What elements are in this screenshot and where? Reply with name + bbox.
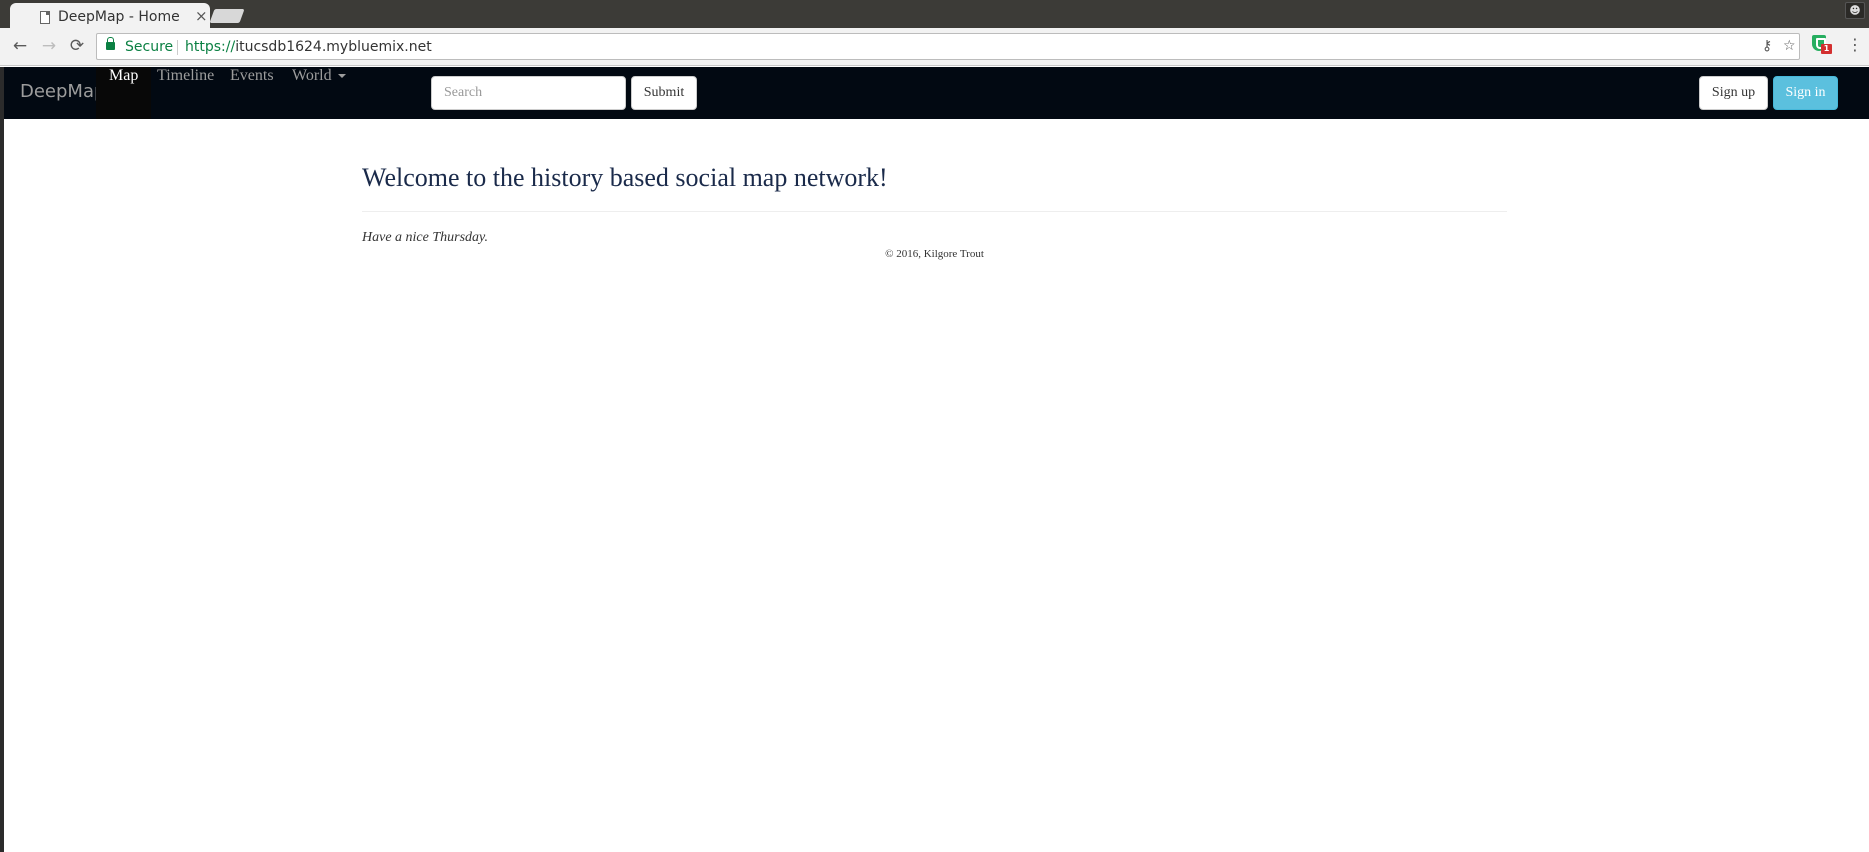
address-bar[interactable]: Secure https://itucsdb1624.mybluemix.net… (96, 33, 1800, 60)
caret-down-icon (337, 74, 346, 79)
lock-icon (106, 37, 115, 50)
tab-title: DeepMap - Home (58, 9, 180, 25)
url-text: https://itucsdb1624.mybluemix.net (185, 39, 432, 55)
brand-logo[interactable]: DeepMap (20, 81, 105, 102)
main-container: Welcome to the history based social map … (362, 119, 1507, 260)
nav-link-timeline[interactable]: Timeline (144, 67, 227, 119)
nav-link-events[interactable]: Events (217, 67, 287, 119)
greeting-text: Have a nice Thursday. (362, 230, 488, 245)
star-icon[interactable]: ☆ (1783, 38, 1796, 54)
submit-button[interactable]: Submit (631, 76, 697, 110)
secure-label: Secure (125, 39, 174, 55)
browser-tab[interactable]: DeepMap - Home × (10, 3, 210, 29)
divider (177, 40, 178, 55)
reload-icon[interactable]: ⟳ (67, 36, 87, 56)
person-icon[interactable]: ☻ (1845, 2, 1865, 19)
key-icon[interactable]: ⚷ (1762, 38, 1772, 54)
page-header: Welcome to the history based social map … (362, 158, 1507, 212)
page-title: Welcome to the history based social map … (362, 163, 888, 192)
sign-up-button[interactable]: Sign up (1699, 76, 1768, 110)
sign-in-button[interactable]: Sign in (1773, 76, 1838, 110)
new-tab-button[interactable] (209, 9, 245, 23)
search-input[interactable] (431, 76, 626, 110)
url-scheme: https:// (185, 39, 236, 55)
extension-shield-icon[interactable]: 1 (1812, 35, 1832, 54)
page-icon (40, 11, 50, 24)
extension-badge: 1 (1821, 44, 1832, 54)
url-host: itucsdb1624.mybluemix.net (235, 39, 432, 55)
menu-icon[interactable]: ⋮ (1847, 35, 1863, 54)
site-navbar: DeepMap Map Timeline Events World Submit… (4, 67, 1869, 119)
window-edge (0, 67, 4, 852)
page-viewport: DeepMap Map Timeline Events World Submit… (0, 67, 1869, 852)
browser-tabstrip: DeepMap - Home × ☻ (0, 0, 1869, 29)
forward-arrow-icon[interactable]: → (39, 36, 59, 56)
back-arrow-icon[interactable]: ← (10, 36, 30, 56)
footer-copyright: © 2016, Kilgore Trout (885, 248, 984, 260)
nav-link-world[interactable]: World (279, 67, 359, 119)
tab-close-icon[interactable]: × (195, 8, 208, 24)
nav-link-world-label: World (292, 67, 332, 84)
browser-toolbar: ← → ⟳ Secure https://itucsdb1624.mybluem… (0, 28, 1869, 66)
